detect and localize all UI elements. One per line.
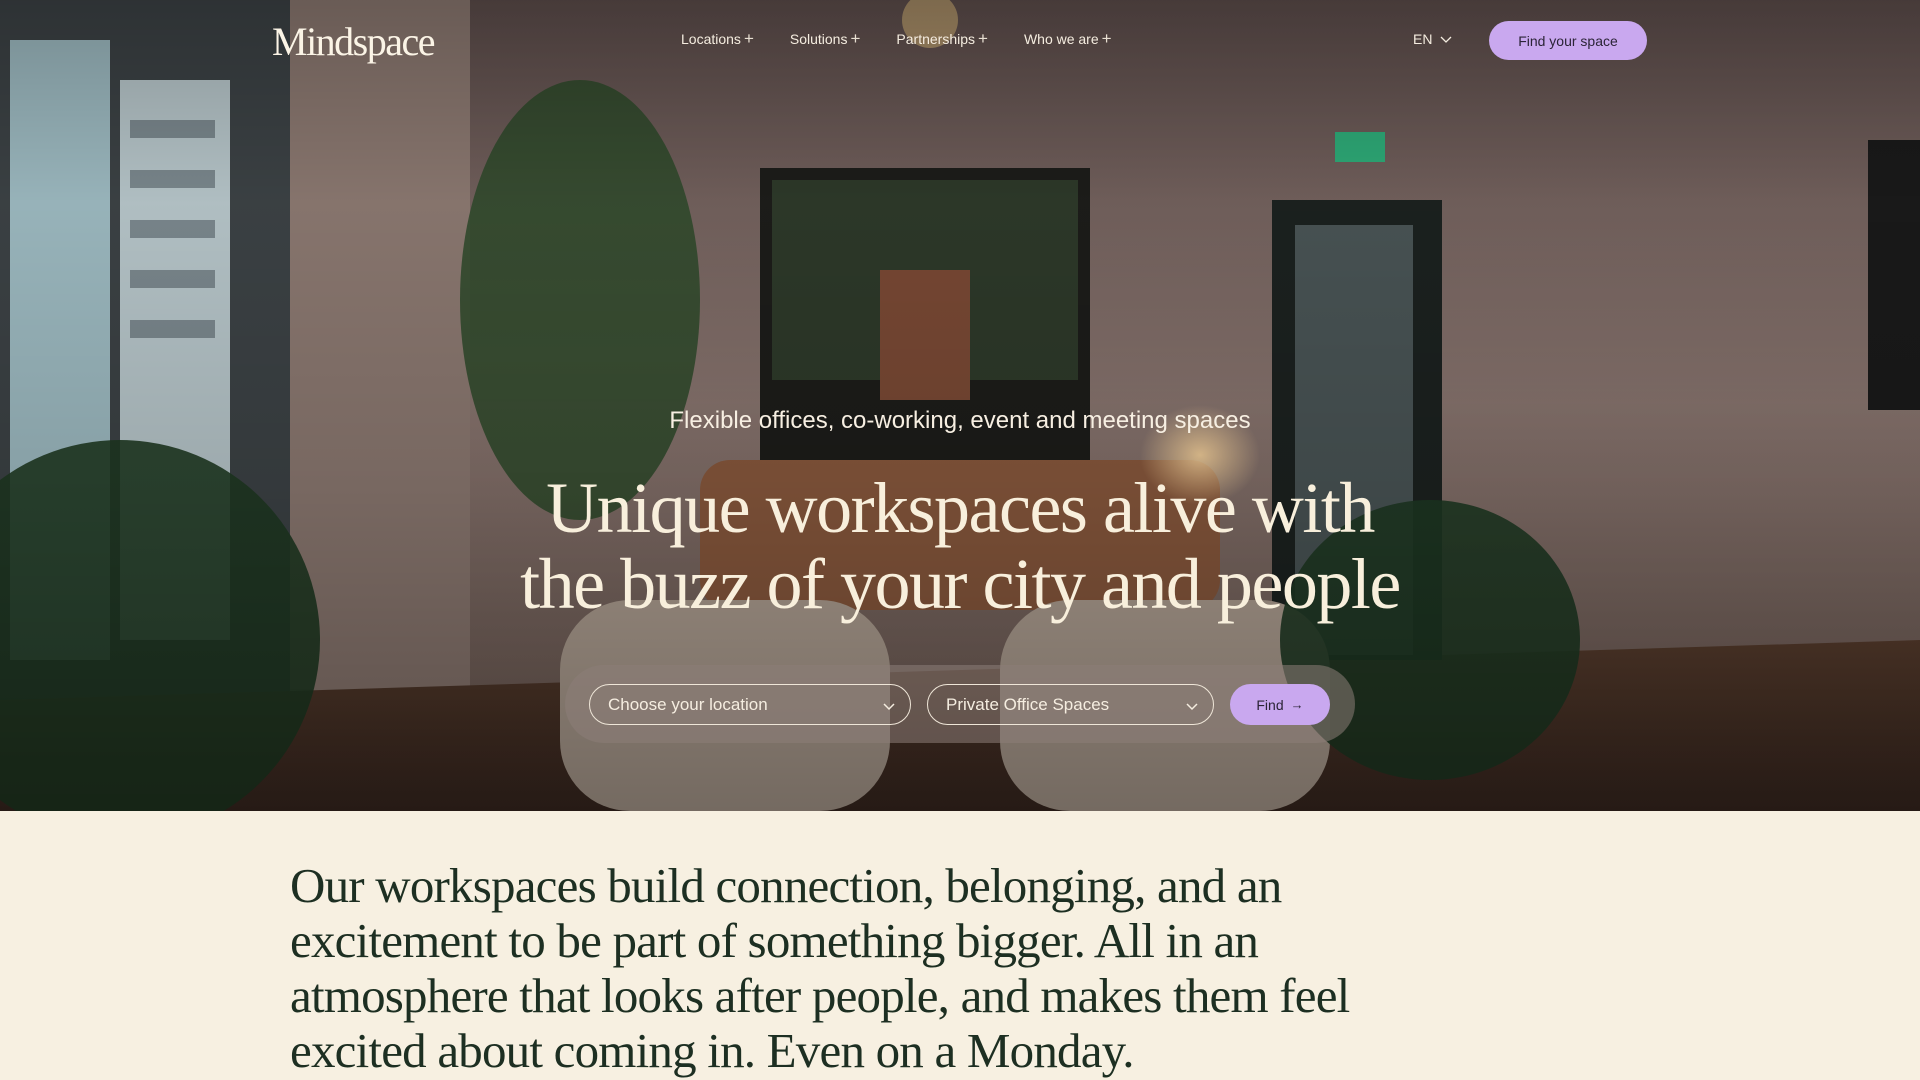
language-label: EN — [1413, 31, 1433, 47]
chevron-down-icon — [1440, 31, 1452, 47]
chevron-down-icon — [1185, 698, 1199, 718]
plus-icon: + — [1101, 29, 1112, 48]
find-button[interactable]: Find → — [1230, 684, 1330, 725]
arrow-right-icon: → — [1290, 697, 1304, 712]
space-type-select[interactable]: Private Office Spaces — [927, 684, 1214, 725]
top-navigation: Mindspace Locations + Solutions + Partne… — [0, 0, 1920, 80]
headline-line-1: Unique workspaces alive with — [546, 468, 1375, 548]
hero-headline: Unique workspaces alive with the buzz of… — [360, 470, 1560, 622]
space-type-value: Private Office Spaces — [946, 694, 1110, 714]
intro-statement: Our workspaces build connection, belongi… — [290, 858, 1350, 1078]
nav-item-solutions[interactable]: Solutions + — [790, 30, 861, 47]
plus-icon: + — [978, 29, 988, 48]
nav-item-label: Locations — [681, 30, 741, 47]
find-your-space-button[interactable]: Find your space — [1489, 21, 1647, 60]
find-button-label: Find — [1256, 696, 1284, 713]
plus-icon: + — [850, 29, 861, 48]
nav-item-label: Solutions — [789, 30, 848, 47]
mindspace-logo[interactable]: Mindspace — [272, 18, 436, 65]
chevron-down-icon — [882, 698, 896, 718]
nav-item-who-we-are[interactable]: Who we are + — [1024, 30, 1112, 47]
location-select[interactable]: Choose your location — [589, 684, 911, 725]
nav-item-label: Partnerships — [896, 30, 975, 47]
nav-item-partnerships[interactable]: Partnerships + — [896, 30, 988, 47]
nav-item-locations[interactable]: Locations + — [681, 30, 754, 47]
main-menu: Locations + Solutions + Partnerships + W… — [681, 30, 1148, 47]
nav-item-label: Who we are — [1023, 30, 1099, 47]
language-selector[interactable]: EN — [1413, 31, 1452, 47]
space-search-bar: Choose your location Private Office Spac… — [565, 665, 1355, 743]
plus-icon: + — [743, 29, 754, 48]
hero-section: Mindspace Locations + Solutions + Partne… — [0, 0, 1920, 811]
location-select-value: Choose your location — [608, 694, 768, 714]
hero-tagline: Flexible offices, co-working, event and … — [669, 407, 1251, 434]
headline-line-2: the buzz of your city and people — [520, 544, 1401, 624]
